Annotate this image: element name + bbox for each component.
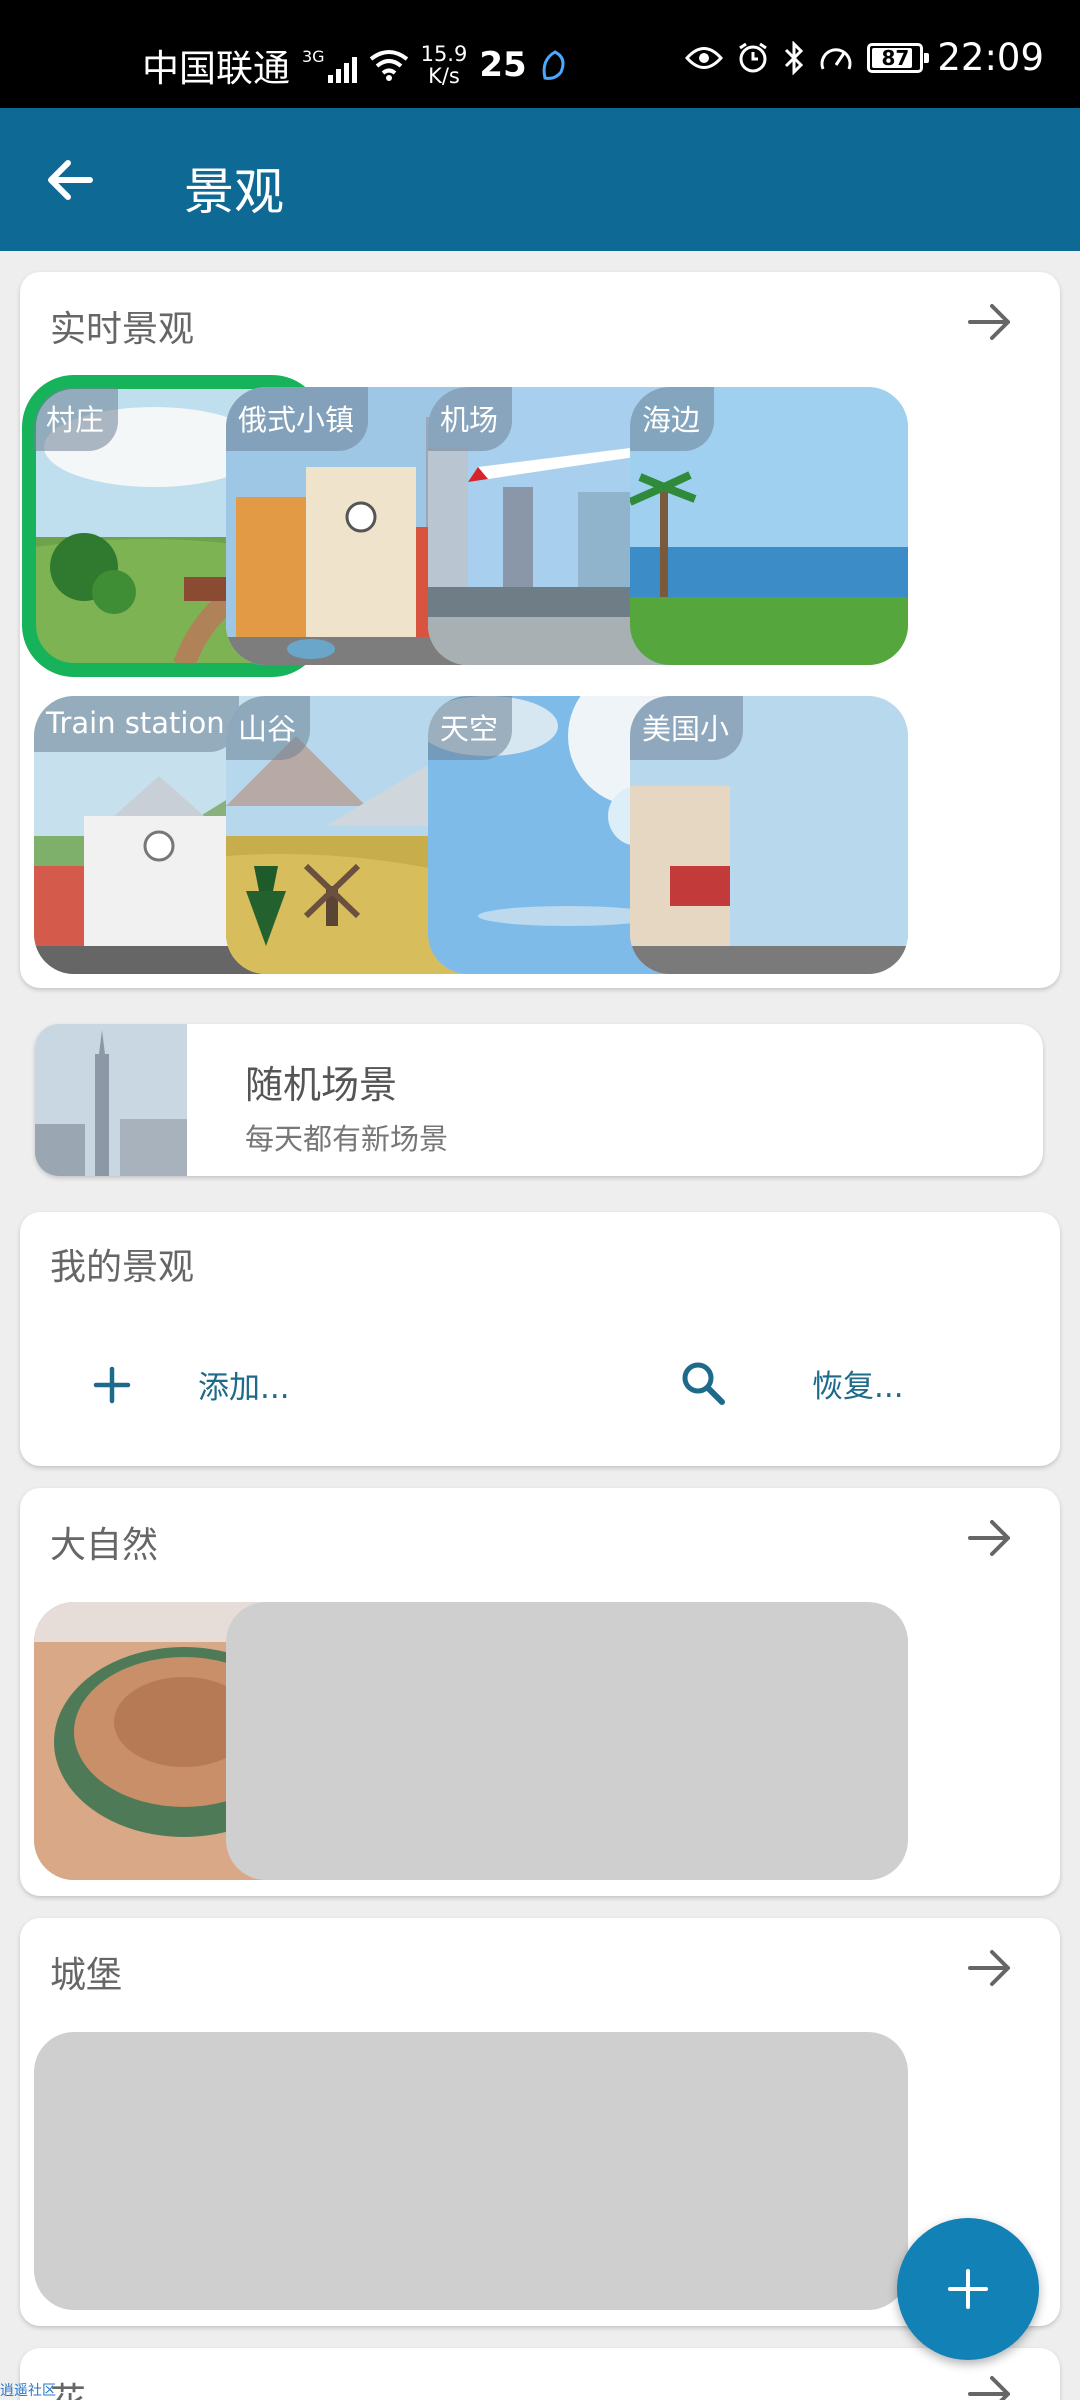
scene-seaside[interactable]: 海边: [630, 387, 908, 665]
scene-label: 美国小: [630, 696, 744, 760]
add-fab-button[interactable]: [897, 2218, 1039, 2360]
section-title-castle: 城堡: [50, 1955, 123, 1996]
castle-thumb-placeholder[interactable]: [630, 2032, 908, 2310]
clock: 22:09: [937, 36, 1044, 79]
app-bar: 景观: [0, 108, 1080, 251]
live-scenery-card: 实时景观 村庄 俄式小镇 机场 海边 Train station 山谷 天空 美…: [20, 272, 1060, 988]
network-speed: 15.9 K/s: [420, 42, 468, 88]
speed-icon: [820, 47, 852, 70]
wifi-icon: [369, 50, 408, 81]
section-title-nature: 大自然: [50, 1525, 159, 1566]
signal-icon: 3G: [302, 47, 357, 83]
plus-icon: [93, 1366, 131, 1403]
scene-label: 机场: [428, 387, 513, 451]
scene-label: 村庄: [34, 387, 119, 451]
restore-label: 恢复...: [812, 1368, 904, 1405]
arrow-right-icon[interactable]: [966, 1514, 1014, 1562]
plus-icon: [948, 2269, 988, 2309]
random-scene-image: [35, 1024, 187, 1176]
random-scene-subtitle: 每天都有新场景: [245, 1122, 449, 1156]
arrow-right-icon[interactable]: [966, 1944, 1014, 1992]
nature-card: 大自然: [20, 1488, 1060, 1896]
bluetooth-icon: [785, 40, 804, 75]
scene-label: 天空: [428, 696, 513, 760]
random-scene-title: 随机场景: [245, 1063, 398, 1107]
scene-label: 俄式小镇: [226, 387, 369, 451]
eye-icon: [685, 46, 724, 69]
watermark: 逍遥社区: [0, 2383, 56, 2399]
status-bar: 中国联通 3G 15.9 K/s 25 87 22:09: [0, 0, 1080, 108]
arrow-right-icon[interactable]: [966, 2370, 1014, 2400]
assistant-icon: [542, 50, 565, 80]
section-title-live: 实时景观: [50, 309, 195, 350]
page-title: 景观: [184, 163, 284, 221]
scene-label: 山谷: [226, 696, 311, 760]
restore-button[interactable]: 恢复...: [680, 1360, 904, 1406]
add-button[interactable]: 添加...: [92, 1362, 290, 1407]
search-icon: [682, 1362, 725, 1405]
flower-card: 花: [20, 2348, 1060, 2400]
back-arrow-icon[interactable]: [40, 150, 100, 210]
carrier-name: 中国联通: [142, 47, 290, 90]
scene-label: 海边: [630, 387, 715, 451]
scene-american-town[interactable]: 美国小: [630, 696, 908, 974]
alarm-icon: [739, 42, 768, 72]
section-title-mine: 我的景观: [50, 1247, 195, 1288]
temperature: 25: [479, 45, 527, 85]
my-scenery-card: 我的景观 添加... 恢复...: [20, 1212, 1060, 1466]
arrow-right-icon[interactable]: [966, 298, 1014, 346]
scene-label: Train station: [34, 696, 239, 752]
nature-thumb-placeholder[interactable]: [630, 1602, 908, 1880]
add-label: 添加...: [198, 1370, 290, 1406]
battery-icon: 87: [867, 42, 930, 73]
random-scene-card[interactable]: 随机场景 每天都有新场景: [35, 1024, 1043, 1176]
